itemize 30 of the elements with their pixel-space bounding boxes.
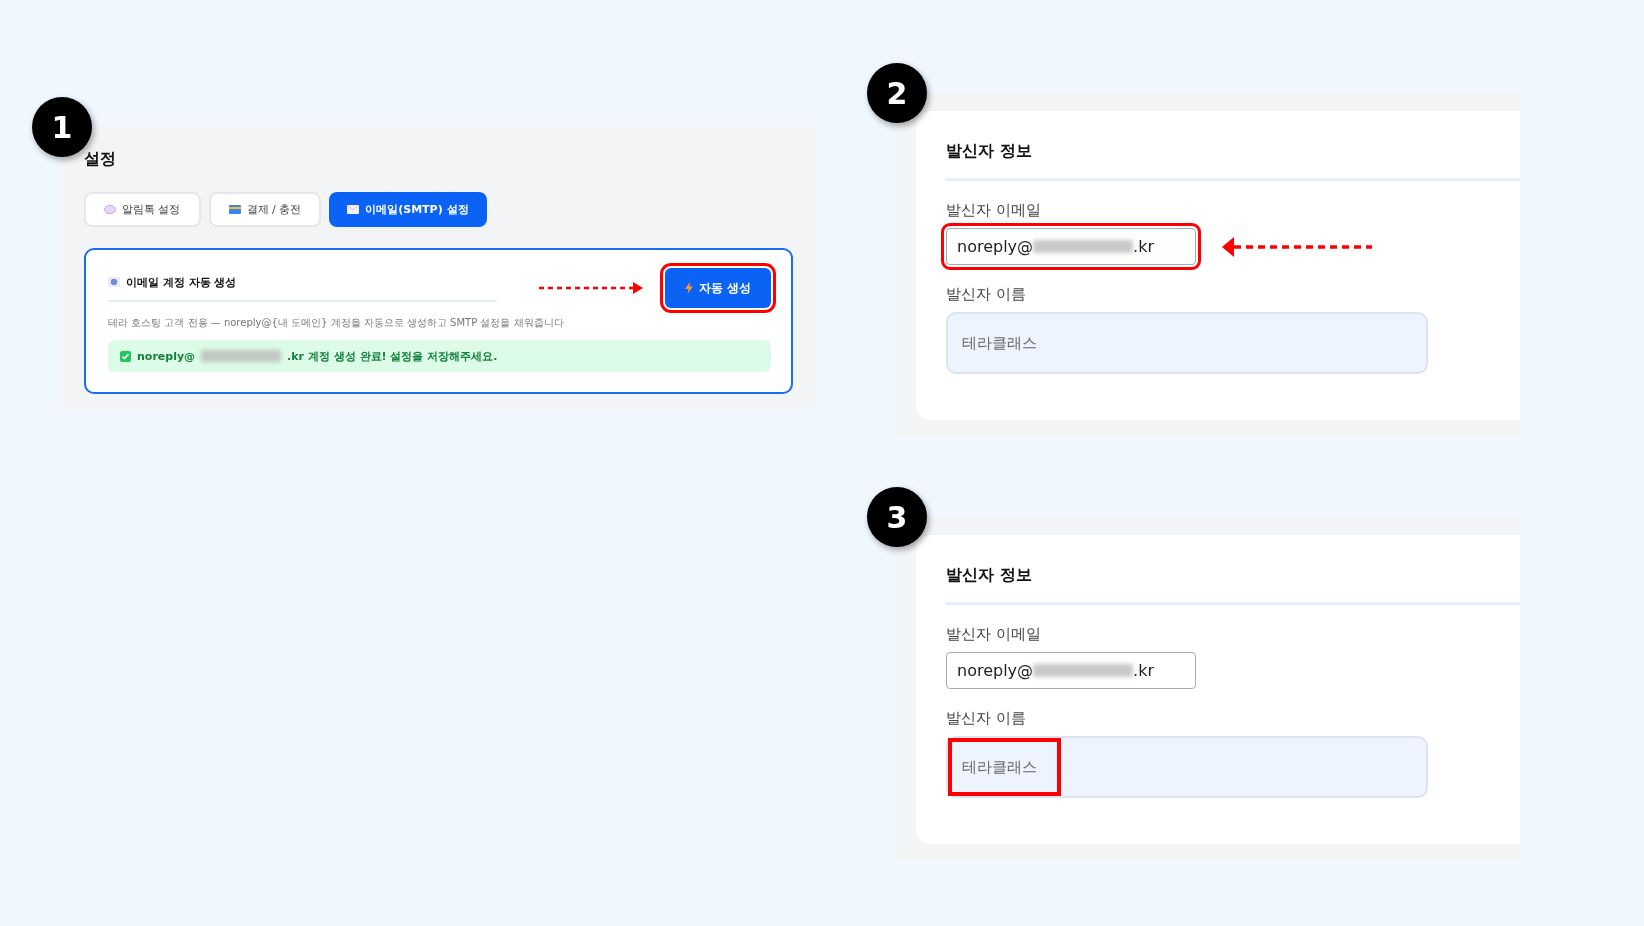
success-text-start: noreply@: [137, 349, 196, 363]
name-field[interactable]: 테라클래스: [946, 312, 1428, 374]
disc-icon: [108, 277, 120, 287]
field-label: 발신자 이메일: [946, 625, 1042, 644]
email-domain-suffix: .kr: [1133, 661, 1154, 680]
field-label: 발신자 이름: [946, 709, 1027, 728]
name-field[interactable]: 테라클래스: [946, 736, 1428, 798]
email-prefix: noreply@: [957, 661, 1034, 680]
email-field[interactable]: noreply@ .kr: [946, 652, 1196, 689]
settings-tab[interactable]: 결제 / 충전: [208, 192, 322, 227]
speech-bubble-icon: [104, 204, 116, 215]
email-prefix: noreply@: [957, 237, 1034, 256]
settings-tab[interactable]: 이메일(SMTP) 설정: [329, 192, 487, 227]
step-number-badge: 2: [867, 63, 927, 123]
email-domain-suffix: .kr: [1133, 237, 1154, 256]
card-description: 테라 호스팅 고객 전용 — noreply@{내 도메인} 계정을 자동으로 생성하고 SMTP 설정을 채워줍니다: [108, 316, 565, 330]
name-value: 테라클래스: [961, 332, 1038, 354]
field-label: 발신자 이름: [946, 285, 1027, 304]
card-title: 이메일 계정 자동 생성: [126, 274, 237, 290]
step-number-badge: 3: [867, 487, 927, 547]
credit-card-icon: [228, 205, 241, 214]
lightning-icon: [685, 282, 693, 294]
check-icon: [120, 350, 131, 362]
field-label: 발신자 이메일: [946, 201, 1042, 220]
name-value: 테라클래스: [948, 738, 1061, 796]
envelope-icon: [347, 205, 360, 214]
section-title: 발신자 정보: [946, 565, 1033, 586]
settings-tab[interactable]: 알림톡 설정: [84, 192, 201, 227]
section-title: 발신자 정보: [946, 141, 1033, 162]
success-message: .kr 계정 생성 완료! 설정을 저장해주세요.: [287, 348, 498, 364]
